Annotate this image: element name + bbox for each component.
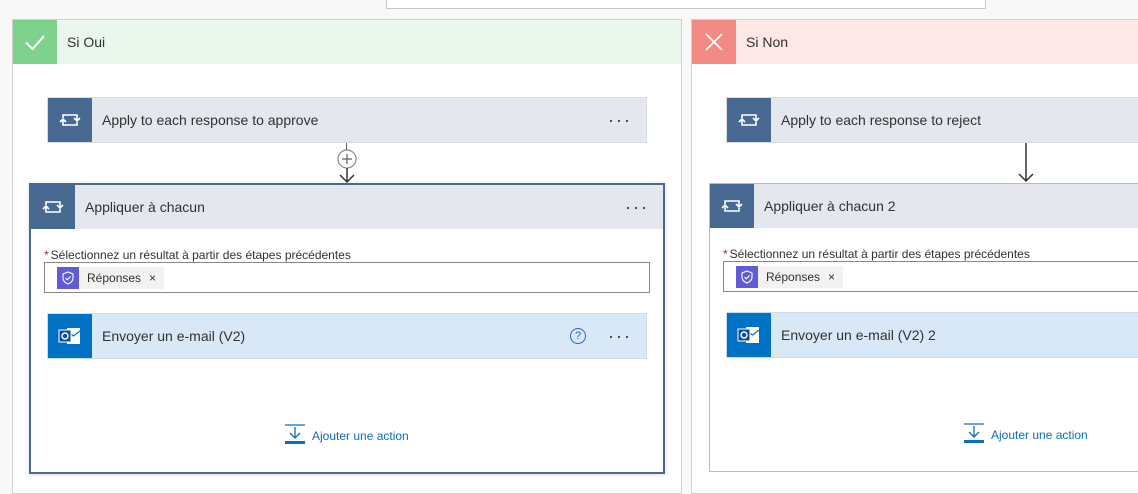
approvals-icon [736,265,758,288]
send-email-title-yes: Envoyer un e-mail (V2) [102,328,246,344]
branch-yes-label: Si Oui [67,34,106,50]
arrow-down-icon [1016,143,1036,183]
token-label: Réponses [87,270,142,285]
field-label-text: Sélectionnez un résultat à partir des ét… [50,248,351,262]
apply-to-each-approve-title: Apply to each response to approve [102,112,319,128]
check-icon [13,20,57,64]
send-email-card-yes[interactable]: Envoyer un e-mail (V2) ? ··· [47,313,647,359]
close-icon [692,20,736,64]
token-remove-icon[interactable]: × [828,270,835,284]
field-label-no: * Sélectionnez un résultat à partir des é… [723,247,1133,261]
send-email-title-no: Envoyer un e-mail (V2) 2 [781,327,936,343]
select-output-field-no[interactable]: Réponses × [723,261,1138,292]
loop-icon [31,185,75,229]
token-label: Réponses [766,269,821,284]
scope-yes-title: Appliquer à chacun [85,199,205,215]
insert-icon [963,422,985,447]
branch-no-label: Si Non [746,34,789,50]
add-action-label: Ajouter une action [312,428,409,443]
token-reponses[interactable]: Réponses × [736,265,844,288]
required-mark: * [44,248,49,262]
add-action-label: Ajouter une action [991,427,1088,442]
required-mark: * [723,247,728,261]
add-action-button-yes[interactable]: Ajouter une action [284,423,409,448]
more-options-icon[interactable]: ··· [608,111,632,129]
help-icon[interactable]: ? [570,328,587,344]
apply-to-each-reject-title: Apply to each response to reject [781,112,982,128]
token-remove-icon[interactable]: × [149,271,156,285]
arrow-down-icon [337,168,357,184]
branch-no-header[interactable]: Si Non [692,20,1138,64]
plus-circle-icon[interactable] [337,149,357,169]
loop-icon [727,98,771,142]
branch-yes-header[interactable]: Si Oui [13,20,681,64]
condition-card-bottom [386,0,986,9]
apply-to-each-approve-card[interactable]: Apply to each response to approve ··· [47,97,647,143]
add-action-button-no[interactable]: Ajouter une action [963,422,1088,447]
token-reponses[interactable]: Réponses × [57,266,165,289]
apply-to-each-reject-card[interactable]: Apply to each response to reject [726,97,1138,143]
select-output-field-yes[interactable]: Réponses × [44,262,650,293]
scope-no-title: Appliquer à chacun 2 [764,198,896,214]
field-label-yes: * Sélectionnez un résultat à partir des é… [44,248,604,262]
insert-icon [284,423,306,448]
send-email-card-no[interactable]: Envoyer un e-mail (V2) 2 [726,312,1138,358]
loop-icon [710,184,754,228]
approvals-icon [57,266,79,289]
more-options-icon[interactable]: ··· [625,198,649,216]
outlook-icon [48,314,92,358]
field-label-text: Sélectionnez un résultat à partir des ét… [729,247,1030,261]
more-options-icon[interactable]: ··· [608,327,632,345]
loop-icon [48,98,92,142]
outlook-icon [727,313,771,357]
